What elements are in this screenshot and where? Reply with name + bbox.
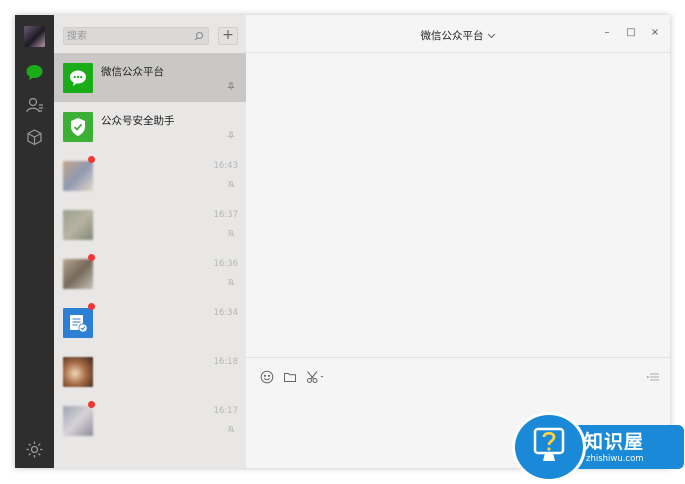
chat-time: 16:17 [213,406,239,416]
document-check-icon [63,308,93,338]
nav-rail [15,15,54,468]
chat-title-text: 微信公众平台 [420,30,484,42]
pin-icon [227,131,235,139]
search-box [63,27,209,45]
user-avatar[interactable] [24,26,45,47]
chat-list-panel: + 微信公众平台 公众号安全助手 16: [54,15,246,468]
chat-item[interactable]: 16:34 [54,298,246,347]
chat-time: 16:34 [213,308,239,318]
shield-check-icon [63,112,93,142]
watermark-subtitle: zhishiwu.com [586,454,644,464]
folder-icon[interactable] [283,370,297,384]
chat-item[interactable]: 16:17 [54,396,246,445]
chat-avatar [63,406,93,436]
mute-bell-icon [227,180,235,188]
chat-item[interactable]: 16:36 [54,249,246,298]
chat-time: 16:43 [213,161,239,171]
search-input[interactable] [67,28,187,44]
chat-avatar [63,259,93,289]
wechat-window: + 微信公众平台 公众号安全助手 16: [15,15,670,468]
close-button[interactable]: × [649,27,661,38]
chat-item[interactable]: 16:43 [54,151,246,200]
chat-area: 微信公众平台 – □ × [246,15,670,468]
chat-time: 16:18 [213,357,239,367]
wechat-logo-icon [63,63,93,93]
chat-icon[interactable] [24,62,45,83]
emoji-icon[interactable] [260,370,274,384]
contacts-icon[interactable] [24,95,45,116]
maximize-button[interactable]: □ [625,27,637,38]
send-options-icon[interactable] [646,372,660,382]
chat-item-wechat-platform[interactable]: 微信公众平台 [54,53,246,102]
minimize-button[interactable]: – [601,27,613,38]
pin-icon [227,82,235,90]
watermark-circle [512,412,586,482]
chat-list: 微信公众平台 公众号安全助手 16:43 16:37 16:36 16:34 1… [54,53,246,445]
settings-gear-icon[interactable] [24,439,45,460]
chat-avatar [63,161,93,191]
chat-item-security-assistant[interactable]: 公众号安全助手 [54,102,246,151]
chevron-down-icon[interactable] [487,33,496,39]
watermark-title: 知识屋 [584,431,645,453]
chat-name: 微信公众平台 [101,66,164,78]
watermark-logo: 知识屋 zhishiwu.com [512,410,684,484]
chat-time: 16:36 [213,259,239,269]
chat-name: 公众号安全助手 [101,115,175,127]
question-monitor-icon [533,427,565,461]
chat-time: 16:37 [213,210,239,220]
chat-item[interactable]: 16:37 [54,200,246,249]
mute-bell-icon [227,229,235,237]
mute-bell-icon [227,425,235,433]
chat-avatar [63,210,93,240]
search-icon[interactable] [194,31,204,41]
message-area[interactable] [246,53,670,357]
mute-bell-icon [227,278,235,286]
chat-header: 微信公众平台 – □ × [246,15,670,53]
chat-avatar [63,357,93,387]
screenshot-scissors-icon[interactable] [306,370,326,384]
unread-dot [88,303,95,310]
cube-icon[interactable] [24,127,45,148]
unread-dot [88,254,95,261]
chat-item[interactable]: 16:18 [54,347,246,396]
unread-dot [88,156,95,163]
add-button[interactable]: + [218,27,238,45]
unread-dot [88,401,95,408]
